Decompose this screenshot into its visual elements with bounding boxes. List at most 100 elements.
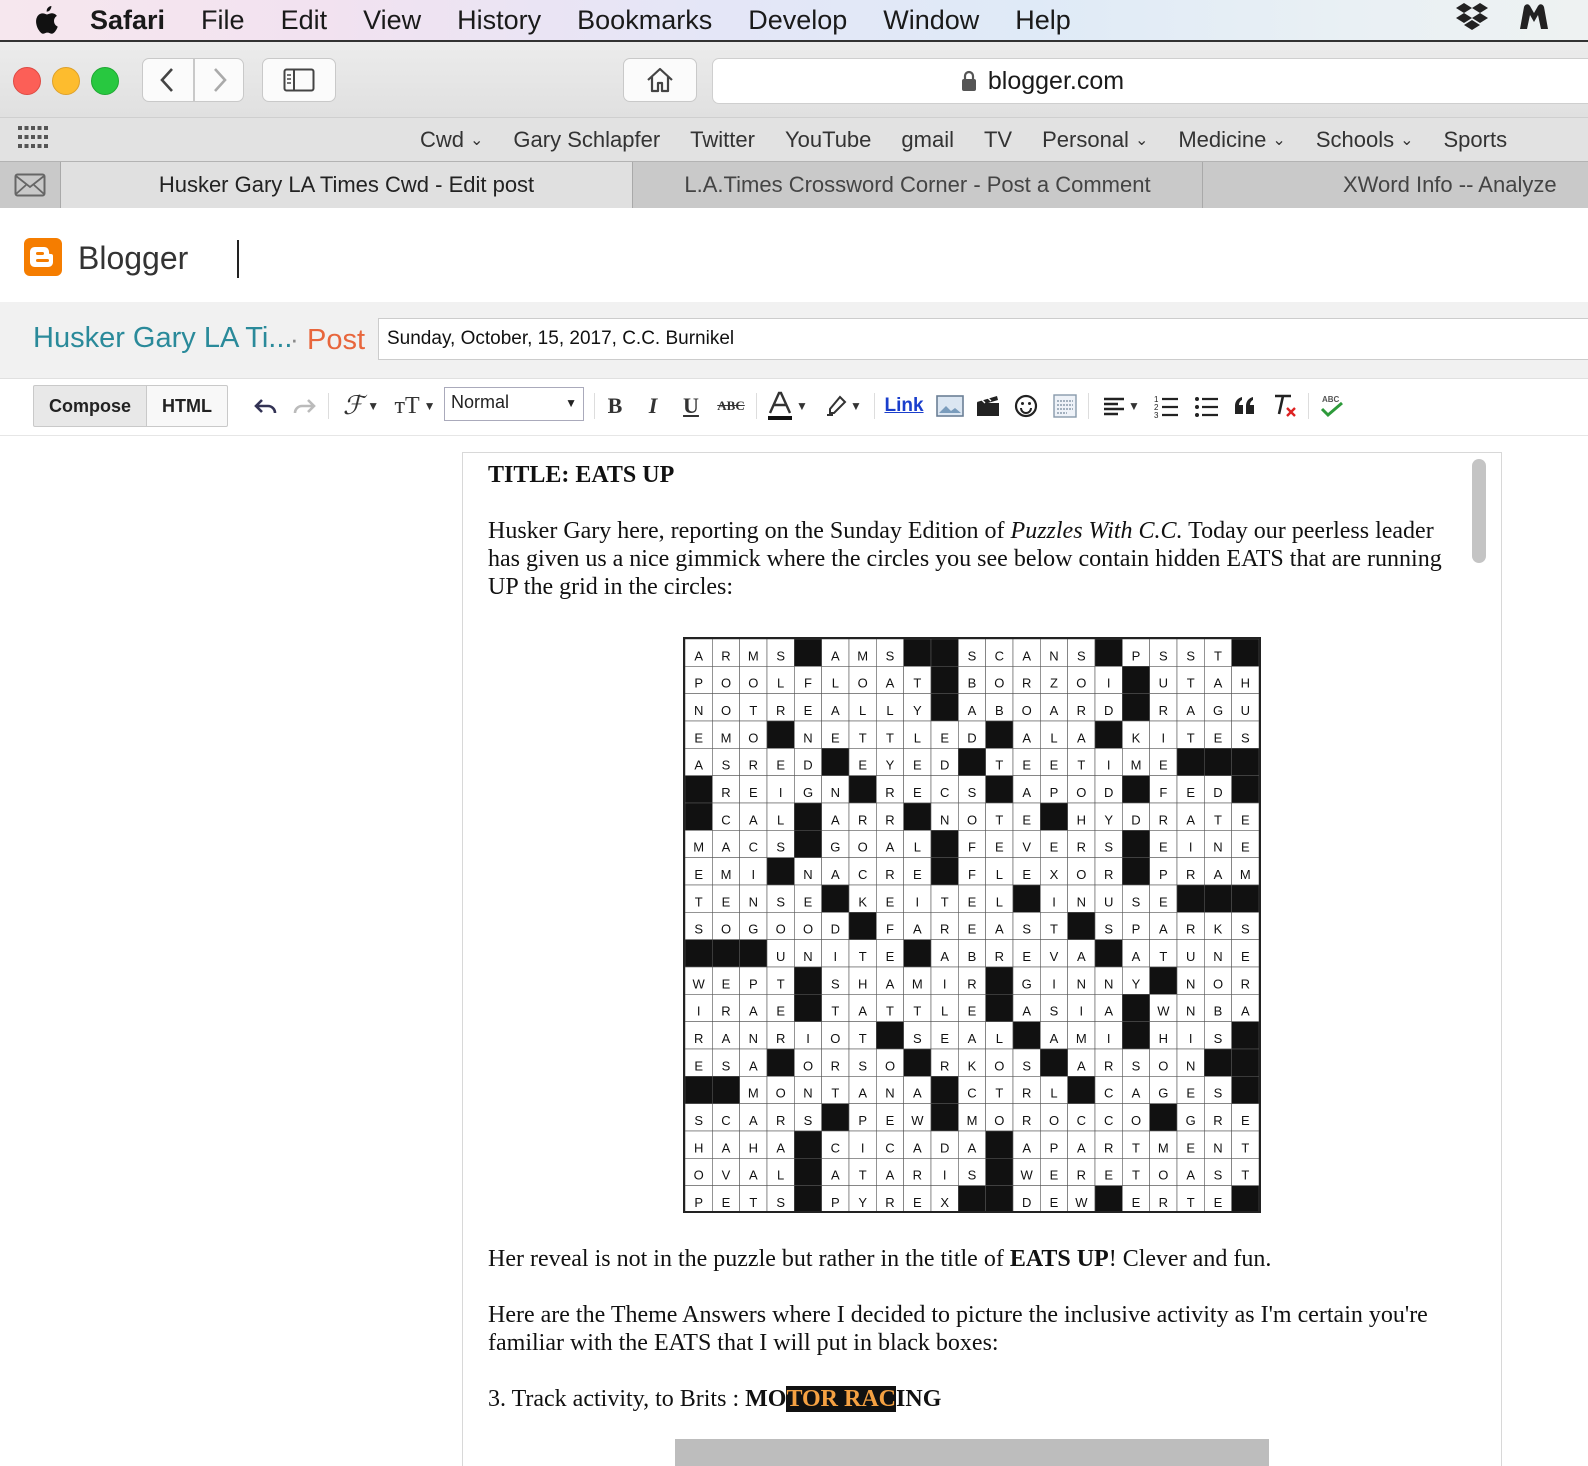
bookmark-medicine[interactable]: Medicine ⌄ xyxy=(1178,127,1285,153)
remove-formatting-icon[interactable] xyxy=(1270,391,1300,421)
menu-bookmarks[interactable]: Bookmarks xyxy=(577,5,712,36)
menu-window[interactable]: Window xyxy=(883,5,979,36)
crossword-letter: N xyxy=(1077,894,1086,909)
top-sites-grid-icon[interactable] xyxy=(18,126,48,154)
menu-file[interactable]: File xyxy=(201,5,245,36)
spellcheck-icon[interactable]: ABC xyxy=(1316,391,1348,421)
crossword-letter: E xyxy=(804,894,813,909)
crossword-letter: M xyxy=(967,1113,978,1128)
crossword-letter: T xyxy=(1159,949,1167,964)
compose-mode-button[interactable]: Compose xyxy=(33,385,147,427)
crossword-letter: M xyxy=(693,840,704,855)
crossword-letter: A xyxy=(722,1140,731,1155)
crossword-letter: R xyxy=(1159,703,1168,718)
crossword-letter: P xyxy=(694,1195,703,1210)
mail-icon[interactable] xyxy=(0,162,60,208)
crossword-letter: O xyxy=(994,676,1004,691)
bookmark-gary-schlapfer[interactable]: Gary Schlapfer xyxy=(513,127,660,153)
crossword-letter: D xyxy=(1213,785,1222,800)
numbered-list-icon[interactable]: 123 xyxy=(1152,391,1182,421)
post-title-input[interactable]: Sunday, October, 15, 2017, C.C. Burnikel xyxy=(378,318,1588,360)
menu-edit[interactable]: Edit xyxy=(281,5,328,36)
tab-xword-info[interactable]: XWord Info -- Analyze xyxy=(1202,162,1588,208)
apple-icon[interactable] xyxy=(0,4,90,36)
bold-button[interactable]: B xyxy=(602,391,628,421)
crossword-letter: C xyxy=(1077,1113,1086,1128)
crossword-block xyxy=(685,1076,713,1104)
crossword-letter: E xyxy=(886,1113,895,1128)
crossword-letter: X xyxy=(940,1195,949,1210)
crossword-letter: A xyxy=(858,1004,867,1019)
align-icon[interactable]: ▼ xyxy=(1098,391,1144,421)
crossword-letter: E xyxy=(1186,1086,1195,1101)
sidebar-toggle-button[interactable] xyxy=(262,58,336,102)
dropbox-icon[interactable] xyxy=(1454,1,1490,40)
paragraph-format-select[interactable]: Normal ▼ xyxy=(444,387,584,421)
menu-history[interactable]: History xyxy=(457,5,541,36)
zoom-window-icon[interactable] xyxy=(91,67,119,95)
crossword-letter: A xyxy=(1077,730,1086,745)
editor-toolbar: Compose HTML ℱ ▼ ᴛT ▼ Normal ▼ B I U ABC ▼… xyxy=(0,379,1588,436)
html-mode-button[interactable]: HTML xyxy=(146,385,228,427)
crossword-letter: E xyxy=(722,1195,731,1210)
crossword-letter: R xyxy=(721,1004,730,1019)
blog-title-link[interactable]: Husker Gary LA Ti... xyxy=(33,322,292,355)
crossword-block xyxy=(821,884,850,913)
crossword-letter: F xyxy=(968,867,976,882)
minimize-window-icon[interactable] xyxy=(52,67,80,95)
jump-break-icon[interactable] xyxy=(1050,391,1080,421)
menu-app-safari[interactable]: Safari xyxy=(90,5,165,36)
undo-icon[interactable] xyxy=(252,391,280,421)
bookmark-tv[interactable]: TV xyxy=(984,127,1012,153)
insert-video-icon[interactable] xyxy=(974,391,1002,421)
post-editor[interactable]: TITLE: EATS UP Husker Gary here, reporti… xyxy=(462,452,1502,1466)
tab-post-comment[interactable]: L.A.Times Crossword Corner - Post a Comm… xyxy=(632,162,1202,208)
crossword-letter: L xyxy=(777,676,784,691)
crossword-letter: E xyxy=(1159,840,1168,855)
close-window-icon[interactable] xyxy=(13,67,41,95)
malwarebytes-icon[interactable] xyxy=(1516,1,1552,40)
crossword-letter: D xyxy=(831,922,840,937)
bookmark-personal[interactable]: Personal ⌄ xyxy=(1042,127,1148,153)
crossword-letter: S xyxy=(1104,922,1113,937)
crossword-letter: A xyxy=(831,812,840,827)
menu-develop[interactable]: Develop xyxy=(748,5,847,36)
crossword-letter: Y xyxy=(886,758,895,773)
font-family-icon[interactable]: ℱ ▼ xyxy=(338,391,384,421)
crossword-letter: R xyxy=(885,785,894,800)
crossword-block xyxy=(766,1048,795,1077)
crossword-letter: A xyxy=(886,1168,895,1183)
bullet-list-icon[interactable] xyxy=(1192,391,1222,421)
bookmark-sports[interactable]: Sports xyxy=(1444,127,1508,153)
tab-edit-post[interactable]: Husker Gary LA Times Cwd - Edit post xyxy=(60,162,632,208)
bookmark-twitter[interactable]: Twitter xyxy=(690,127,755,153)
text-color-icon[interactable]: ▼ xyxy=(764,391,810,421)
blogger-logo-icon[interactable] xyxy=(24,238,62,276)
crossword-letter: K xyxy=(1214,922,1223,937)
highlight-color-icon[interactable]: ▼ xyxy=(820,391,866,421)
bookmark-gmail[interactable]: gmail xyxy=(901,127,954,153)
italic-button[interactable]: I xyxy=(640,391,666,421)
emoji-icon[interactable] xyxy=(1012,391,1040,421)
address-bar[interactable]: blogger.com xyxy=(712,58,1588,104)
font-size-icon[interactable]: ᴛT ▼ xyxy=(392,391,438,421)
chevron-right-icon xyxy=(214,68,227,92)
forward-button[interactable] xyxy=(194,58,244,102)
menu-help[interactable]: Help xyxy=(1015,5,1071,36)
insert-link-button[interactable]: Link xyxy=(882,391,926,421)
bookmark-schools[interactable]: Schools ⌄ xyxy=(1316,127,1414,153)
insert-image-icon[interactable] xyxy=(934,391,966,421)
intro-italic: Puzzles With C.C. xyxy=(1010,518,1183,544)
bookmark-cwd[interactable]: Cwd ⌄ xyxy=(420,127,483,153)
quote-icon[interactable] xyxy=(1230,391,1260,421)
home-button[interactable] xyxy=(623,58,697,102)
editor-scrollbar[interactable] xyxy=(1472,459,1486,563)
menu-view[interactable]: View xyxy=(363,5,421,36)
redo-icon[interactable] xyxy=(290,391,318,421)
underline-button[interactable]: U xyxy=(678,391,704,421)
back-button[interactable] xyxy=(142,58,194,102)
bookmark-youtube[interactable]: YouTube xyxy=(785,127,871,153)
crossword-letter: O xyxy=(803,1058,813,1073)
crossword-letter: R xyxy=(1186,867,1195,882)
strikethrough-button[interactable]: ABC xyxy=(714,391,748,421)
